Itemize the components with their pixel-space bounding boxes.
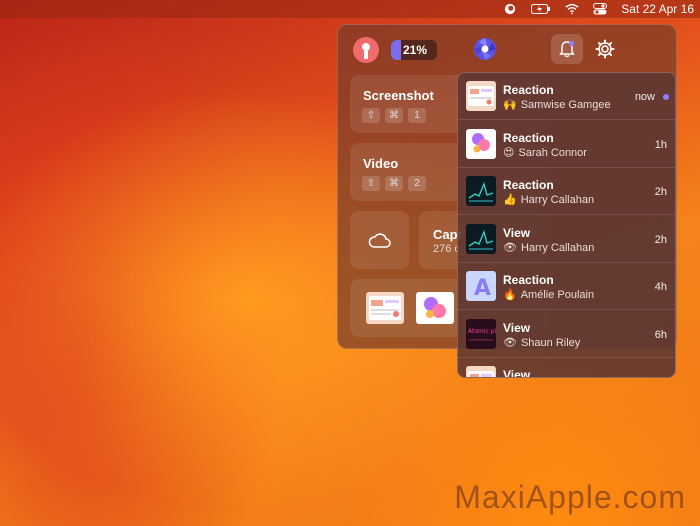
capture-thumbnail[interactable] <box>366 292 404 324</box>
reaction-emoji-icon: 🔥 <box>503 289 517 301</box>
unread-dot-icon <box>663 94 669 100</box>
blobs-thumb-image <box>424 297 446 318</box>
notifications-dropdown: Reaction 🙌 Samwise Gamgee now Reaction 😍 Sarah… <box>457 72 676 378</box>
reaction-emoji-icon: 👁 <box>503 241 517 254</box>
notification-username: Sarah Connor <box>518 146 587 159</box>
notification-thumbnail <box>466 128 496 159</box>
notification-thumbnail: A <box>466 271 496 301</box>
notification-time: 2h <box>654 186 667 198</box>
notification-user: 👁 Harry Callahan <box>503 241 594 254</box>
notification-type: Reaction <box>503 273 554 287</box>
video-title: Video <box>363 156 399 171</box>
notification-username: Shaun Riley <box>520 336 581 349</box>
notification-time: 6h <box>654 328 667 341</box>
screenshot-shortcut: ⇧ ⌘ 1 <box>362 108 426 123</box>
shortcut-key: ⌘ <box>385 108 403 123</box>
notifications-button[interactable] <box>551 34 583 64</box>
notification-username: Harry Callahan <box>520 194 595 206</box>
notification-thumbnail <box>466 176 496 206</box>
notification-username: Samwise Gamgee <box>520 99 611 111</box>
reaction-emoji-icon: 👁 <box>503 336 517 349</box>
menu-bar-clock[interactable]: Sat 22 Apr 16 <box>621 2 694 16</box>
captures-count: 276 c <box>433 243 460 255</box>
notification-type: Reaction <box>503 178 554 192</box>
bell-icon <box>559 40 575 58</box>
person-icon <box>362 43 370 59</box>
notification-user: 🔥 Amélie Poulain <box>503 288 594 301</box>
shortcut-key: ⇧ <box>362 108 380 123</box>
notification-user: 🙌 Samwise Gamgee <box>503 98 611 111</box>
shortcut-key: 2 <box>408 176 426 191</box>
notification-user: 😍 Sarah Connor <box>503 146 587 159</box>
notification-username: Harry Callahan <box>520 241 595 254</box>
cloud-tile[interactable] <box>350 211 409 269</box>
notification-user: 👁 Shaun Riley <box>503 336 580 349</box>
usage-meter: 21% <box>391 40 437 60</box>
screenshot-thumb-image <box>369 296 401 320</box>
reaction-emoji-icon: 👍 <box>503 194 517 206</box>
aperture-icon[interactable] <box>473 37 497 61</box>
watermark-logo: MaxiApple.com <box>454 479 686 515</box>
svg-text:A: A <box>474 276 491 301</box>
notification-type: View <box>503 368 531 378</box>
notification-row[interactable]: View 👁 Harry Callahan 2h <box>458 216 675 263</box>
battery-charging-icon[interactable] <box>531 3 551 15</box>
capture-thumbnail[interactable] <box>416 292 454 324</box>
notification-time: now <box>634 91 655 103</box>
shortcut-key: ⇧ <box>362 176 380 191</box>
usage-percent: 21% <box>403 43 428 57</box>
shortcut-key: ⌘ <box>385 176 403 191</box>
reaction-emoji-icon: 😍 <box>503 146 515 159</box>
control-center-icon[interactable] <box>593 3 608 15</box>
notification-row[interactable]: Reaction 😍 Sarah Connor 1h <box>458 121 675 168</box>
shortcut-key: 1 <box>408 108 426 123</box>
notification-type: View <box>503 225 531 240</box>
wifi-icon[interactable] <box>565 3 579 15</box>
panel-header: 21% <box>338 25 676 73</box>
thumb-caption: Atomic pixel <box>468 328 496 335</box>
menu-bar: Sat 22 Apr 16 <box>0 0 700 18</box>
gear-icon[interactable] <box>595 39 615 59</box>
notification-thumbnail: Atomic pixel <box>466 318 496 349</box>
notification-time: 1h <box>654 138 667 151</box>
notification-thumbnail <box>466 366 496 377</box>
notification-thumbnail <box>466 223 496 254</box>
cloud-icon <box>368 233 391 248</box>
notification-thumbnail <box>466 81 496 111</box>
notification-row[interactable]: View <box>458 358 675 378</box>
notification-row[interactable]: Reaction 👍 Harry Callahan 2h <box>458 168 675 215</box>
notification-time: 2h <box>654 233 667 246</box>
notification-user: 👍 Harry Callahan <box>503 193 594 206</box>
notification-row[interactable]: A Reaction 🔥 Amélie Poulain 4h <box>458 263 675 310</box>
video-shortcut: ⇧ ⌘ 2 <box>362 176 426 191</box>
avatar[interactable] <box>353 37 379 63</box>
screenshot-title: Screenshot <box>363 88 434 103</box>
notification-row[interactable]: Atomic pixel View👁Shaun Riley 6h <box>458 311 675 358</box>
notification-type: View <box>503 320 531 335</box>
app-status-icon[interactable] <box>503 3 517 15</box>
usage-meter-fill <box>391 40 401 60</box>
notification-type: Reaction <box>503 83 554 97</box>
notification-time: 4h <box>654 281 667 293</box>
notification-row[interactable]: Reaction 🙌 Samwise Gamgee now <box>458 73 675 120</box>
reaction-emoji-icon: 🙌 <box>503 99 517 111</box>
notification-type: Reaction <box>503 130 554 145</box>
notification-username: Amélie Poulain <box>520 289 595 301</box>
